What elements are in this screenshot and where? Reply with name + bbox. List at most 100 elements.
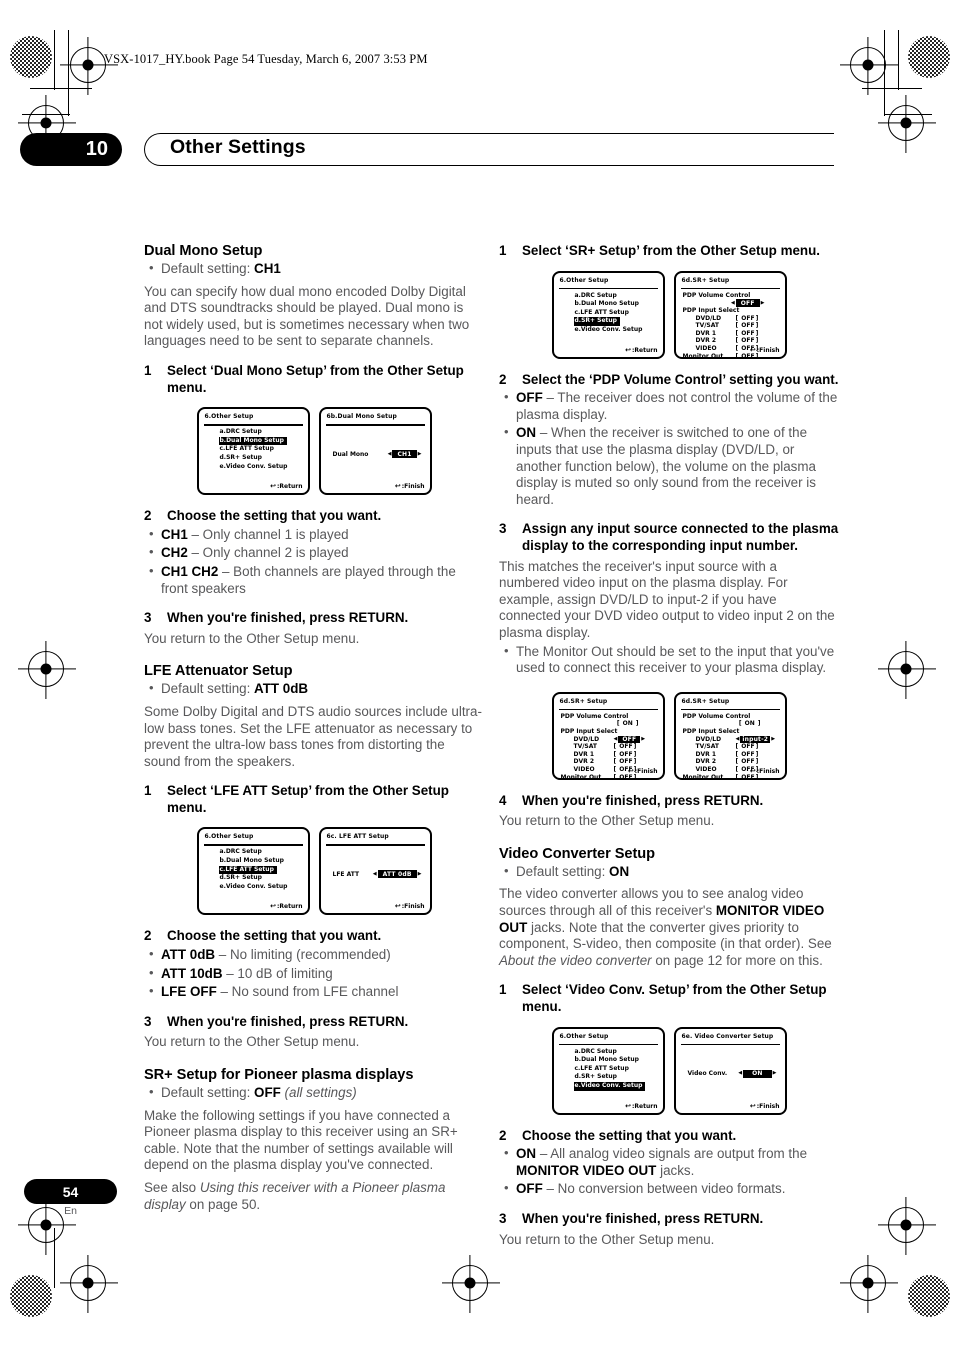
registration-mark (850, 47, 886, 83)
chapter-number-badge: 10 (20, 133, 122, 166)
right-arrow-icon: ▶ (417, 450, 422, 457)
osd-menu-item: c.LFE ATT Setup (574, 308, 629, 316)
srplus-monitor-note: The Monitor Out should be set to the inp… (499, 642, 839, 677)
osd-value-row: Dual Mono ◀ CH1 ▶ (333, 450, 422, 459)
osd-finish-hint: ↩:Finish (627, 766, 658, 775)
halftone-mark-top-left (10, 36, 52, 78)
video-converter-step-2: 2 Choose the setting that you want. (499, 1128, 839, 1145)
crop-line (30, 88, 92, 90)
osd-pdp-volume-value-row: [ ON ] (617, 720, 639, 727)
osd-screen-srplus-setup-b: 6d.SR+ Setup PDP Volume Control [ ON ] P… (551, 691, 665, 780)
osd-title: 6e. Video Converter Setup (681, 1032, 774, 1040)
crop-line (54, 30, 56, 90)
default-setting-line: Default setting: ON (499, 863, 839, 881)
crop-line (884, 30, 886, 116)
left-arrow-icon: ◀ (738, 1070, 743, 1077)
osd-divider (680, 1043, 780, 1046)
lfe-step-1: 1 Select ‘LFE ATT Setup’ from the Other … (144, 783, 484, 816)
dual-mono-step-3-note: You return to the Other Setup menu. (144, 630, 360, 646)
osd-divider (680, 287, 780, 289)
return-arrow-icon: ↩ (394, 902, 401, 911)
osd-divider (203, 844, 303, 846)
osd-figure-dual-mono: 6.Other Setup a.DRC Setup b.Dual Mono Se… (144, 407, 484, 496)
osd-figure-srplus-1: 6.Other Setup a.DRC Setup b.Dual Mono Se… (499, 270, 839, 359)
left-arrow-icon: ◀ (730, 299, 735, 306)
step-number: 2 (144, 928, 152, 944)
srplus-para-2: See also Using this receiver with a Pion… (144, 1180, 446, 1212)
section-heading-lfe: LFE Attenuator Setup (144, 663, 293, 680)
list-item: ATT 0dB – No limiting (recommended) (144, 946, 484, 964)
registration-mark (70, 1265, 106, 1301)
osd-screen-srplus-setup-c: 6d.SR+ Setup PDP Volume Control [ ON ] P… (673, 691, 787, 780)
bracket-right: ] (635, 720, 639, 728)
osd-value: CH1 (392, 450, 417, 459)
osd-divider (558, 287, 658, 289)
step-number: 4 (499, 792, 507, 808)
table-row-selected: DVD/LD ◀ input-2 ▶ (695, 735, 776, 744)
dual-mono-step-3: 3 When you're finished, press RETURN. (144, 610, 484, 627)
page-title: Other Settings (170, 136, 306, 158)
right-arrow-icon: ▶ (417, 870, 422, 877)
osd-value-selector: ◀ ATT 0dB ▶ (372, 870, 422, 879)
osd-pdp-input-heading: PDP Input Select (560, 727, 618, 735)
crop-line (898, 30, 900, 90)
step-number: 3 (499, 1211, 507, 1226)
table-row: DVR 2[OFF] (695, 337, 761, 345)
table-row: DVR 2[OFF] (573, 758, 639, 766)
video-converter-step-1: 1 Select ‘Video Conv. Setup’ from the Ot… (499, 982, 839, 1015)
srplus-para-1: Make the following settings if you have … (144, 1107, 458, 1173)
step-text: Select ‘LFE ATT Setup’ from the Other Se… (167, 783, 449, 815)
table-row: DVR 1[OFF] (573, 750, 639, 758)
osd-title: 6b.Dual Mono Setup (326, 413, 397, 421)
return-arrow-icon: ↩ (625, 1101, 632, 1110)
list-item: ON – All analog video signals are output… (499, 1145, 839, 1179)
step-number: 2 (499, 371, 507, 387)
left-arrow-icon: ◀ (735, 735, 740, 742)
step-text: When you're finished, press RETURN. (522, 792, 764, 808)
osd-divider (203, 424, 303, 426)
section-heading-dual-mono: Dual Mono Setup (144, 243, 263, 259)
osd-screen-other-setup: 6.Other Setup a.DRC Setup b.Dual Mono Se… (196, 827, 310, 916)
registration-mark (888, 651, 924, 687)
return-arrow-icon: ↩ (270, 902, 277, 911)
step-text: Select ‘Dual Mono Setup’ from the Other … (167, 362, 464, 395)
crop-line (68, 30, 70, 116)
osd-menu-item: b.Dual Mono Setup (219, 857, 284, 865)
osd-pdp-volume-heading: PDP Volume Control (682, 291, 751, 299)
bracket-right: ] (757, 720, 761, 728)
osd-pdp-volume-heading: PDP Volume Control (682, 712, 751, 720)
list-item: CH1 CH2 – Both channels are played throu… (144, 563, 484, 597)
osd-screen-other-setup: 6.Other Setup a.DRC Setup b.Dual Mono Se… (551, 1026, 665, 1115)
osd-title: 6c. LFE ATT Setup (326, 833, 389, 841)
right-arrow-icon: ▶ (771, 735, 776, 742)
right-arrow-icon: ▶ (772, 1070, 777, 1077)
osd-menu-list: a.DRC Setup b.Dual Mono Setup c.LFE ATT … (573, 292, 646, 335)
osd-value-selector: ◀ ON ▶ (738, 1069, 777, 1078)
halftone-mark-bottom-left (10, 1275, 52, 1317)
step-number: 1 (499, 243, 507, 258)
lfe-intro: Some Dolby Digital and DTS audio sources… (144, 703, 482, 769)
osd-finish-hint: ↩:Finish (394, 482, 425, 491)
return-arrow-icon: ↩ (270, 482, 277, 491)
step-text: When you're finished, press RETURN. (167, 610, 409, 626)
osd-menu-item-selected: c.LFE ATT Setup (218, 865, 277, 875)
default-setting-line: Default setting: OFF (all settings) (144, 1084, 484, 1102)
osd-menu-item: e.Video Conv. Setup (219, 462, 288, 470)
osd-screen-lfe-att-setup: 6c. LFE ATT Setup LFE ATT ◀ ATT 0dB ▶ ↩:… (318, 827, 432, 916)
list-item: ON – When the receiver is switched to on… (499, 424, 839, 508)
osd-pdp-input-heading: PDP Input Select (682, 306, 740, 314)
left-arrow-icon: ◀ (372, 870, 377, 877)
osd-screen-other-setup: 6.Other Setup a.DRC Setup b.Dual Mono Se… (196, 407, 310, 496)
osd-finish-hint: ↩:Finish (394, 902, 425, 911)
osd-menu-item: b.Dual Mono Setup (574, 300, 639, 308)
osd-return-hint: ↩:Return (270, 902, 303, 911)
dual-mono-step-1: 1 Select ‘Dual Mono Setup’ from the Othe… (144, 363, 484, 396)
osd-pdp-volume-value: ON (744, 720, 755, 728)
bracket-left: [ (738, 720, 742, 728)
list-item: CH2 – Only channel 2 is played (144, 544, 484, 562)
return-arrow-icon: ↩ (749, 345, 756, 354)
right-column: 1 Select ‘SR+ Setup’ from the Other Setu… (499, 243, 839, 1248)
osd-divider (325, 844, 425, 846)
osd-menu-item: a.DRC Setup (574, 1047, 617, 1055)
osd-finish-hint: ↩:Finish (749, 1101, 780, 1110)
